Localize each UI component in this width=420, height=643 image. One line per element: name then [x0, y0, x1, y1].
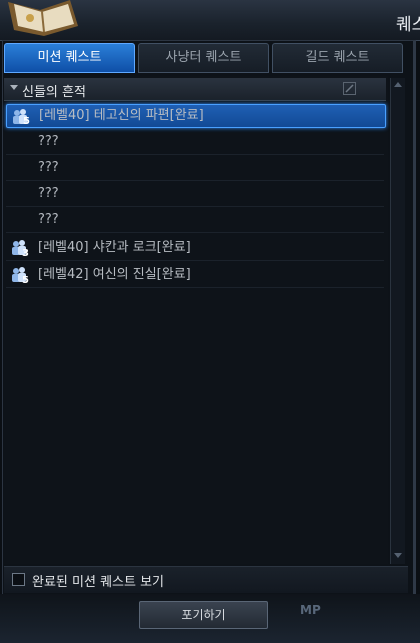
tab-bar: 미션 퀘스트 사냥터 퀘스트 길드 퀘스트 [4, 43, 408, 73]
quest-title: [레벨40] 테고신의 파편[완료] [39, 108, 204, 123]
tab-mission-quest[interactable]: 미션 퀘스트 [4, 43, 135, 73]
window-header: 퀘스 [0, 0, 420, 41]
quest-group-title: 신들의 흔적 [22, 85, 86, 100]
quest-title: ??? [38, 186, 59, 201]
quest-row[interactable]: 5 [레벨40] 테고신의 파편[완료] [6, 104, 386, 128]
quest-row[interactable]: ??? [6, 182, 384, 207]
collapse-arrow-icon[interactable] [10, 85, 18, 90]
scroll-up-icon[interactable] [394, 82, 402, 87]
quest-row[interactable]: ??? [6, 156, 384, 181]
show-completed-label[interactable]: 완료된 미션 퀘스트 보기 [32, 571, 164, 590]
quest-row[interactable]: 3 [레벨40] 샤칸과 로크[완료] [6, 236, 384, 261]
quest-title: ??? [38, 212, 59, 227]
quest-row[interactable]: ??? [6, 130, 384, 155]
mp-label: MP [300, 603, 321, 617]
give-up-button[interactable]: 포기하기 [139, 601, 268, 629]
quest-title: ??? [38, 160, 59, 175]
quest-row[interactable]: ??? [6, 208, 384, 233]
party-count: 5 [22, 275, 29, 286]
scroll-down-icon[interactable] [394, 553, 402, 558]
quest-title: ??? [38, 134, 59, 149]
quest-row[interactable]: 5 [레벨42] 여신의 진실[완료] [6, 263, 384, 288]
show-completed-bar: 완료된 미션 퀘스트 보기 [4, 566, 408, 593]
quest-book-icon [8, 0, 78, 36]
tab-hunting-quest[interactable]: 사냥터 퀘스트 [138, 43, 269, 73]
edit-icon[interactable] [343, 82, 356, 95]
quest-group-header[interactable]: 신들의 흔적 [4, 78, 386, 101]
show-completed-checkbox[interactable] [12, 573, 25, 586]
window-title: 퀘스 [396, 15, 420, 35]
tab-guild-quest[interactable]: 길드 퀘스트 [272, 43, 403, 73]
quest-list-scrollbar[interactable] [390, 78, 405, 564]
quest-title: [레벨40] 샤칸과 로크[완료] [38, 240, 191, 255]
quest-title: [레벨42] 여신의 진실[완료] [38, 267, 191, 282]
